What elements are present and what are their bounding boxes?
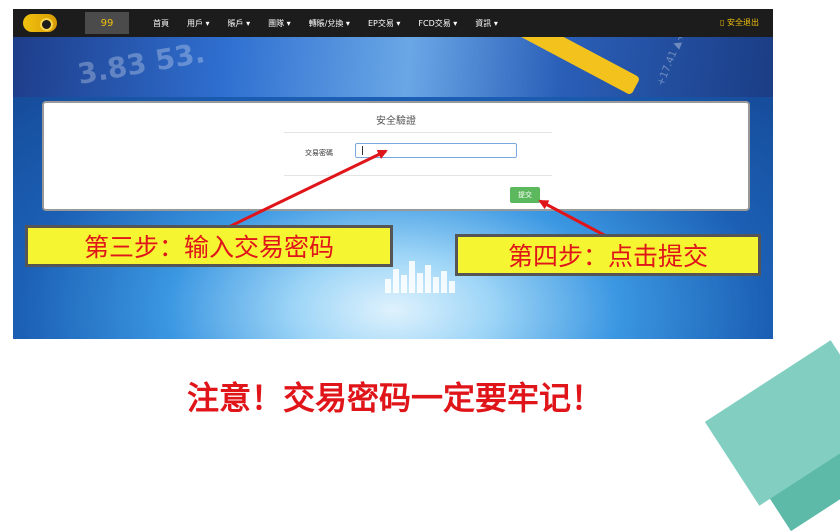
- annotation-arrows: [211, 149, 607, 238]
- arrow-to-submit-button: [538, 199, 607, 238]
- step4-callout: 第四步：点击提交: [455, 234, 761, 276]
- step3-callout: 第三步：输入交易密码: [25, 225, 393, 267]
- warning-note: 注意！交易密码一定要牢记！: [186, 379, 603, 417]
- arrow-to-password-input: [211, 149, 388, 237]
